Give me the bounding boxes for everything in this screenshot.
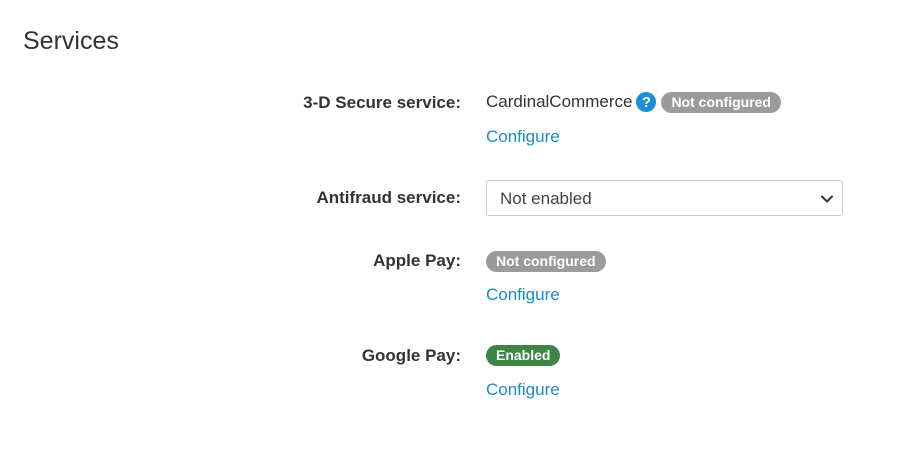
section-title: Services	[23, 27, 119, 55]
google-pay-status-badge: Enabled	[486, 345, 561, 366]
apple-pay-status-badge: Not configured	[486, 251, 606, 272]
antifraud-label: Antifraud service:	[316, 188, 461, 207]
three-d-secure-configure-link[interactable]: Configure	[486, 127, 560, 147]
google-pay-label: Google Pay:	[361, 346, 461, 365]
apple-pay-label: Apple Pay:	[373, 251, 461, 270]
services-page: Services 3-D Secure service: CardinalCom…	[0, 0, 919, 449]
chevron-down-icon	[821, 195, 833, 203]
antifraud-selected-value: Not enabled	[500, 189, 592, 208]
three-d-secure-provider-line: CardinalCommerce ? Not configured	[486, 91, 781, 113]
apple-pay-configure-link[interactable]: Configure	[486, 285, 560, 305]
help-icon[interactable]: ?	[636, 92, 657, 112]
google-pay-configure-link[interactable]: Configure	[486, 380, 560, 400]
antifraud-select[interactable]: Not enabled	[486, 180, 843, 216]
three-d-secure-status-badge: Not configured	[661, 91, 781, 113]
three-d-secure-value: CardinalCommerce ? Not configured	[486, 91, 781, 113]
three-d-secure-provider: CardinalCommerce	[486, 92, 633, 111]
three-d-secure-label: 3-D Secure service:	[303, 93, 461, 112]
